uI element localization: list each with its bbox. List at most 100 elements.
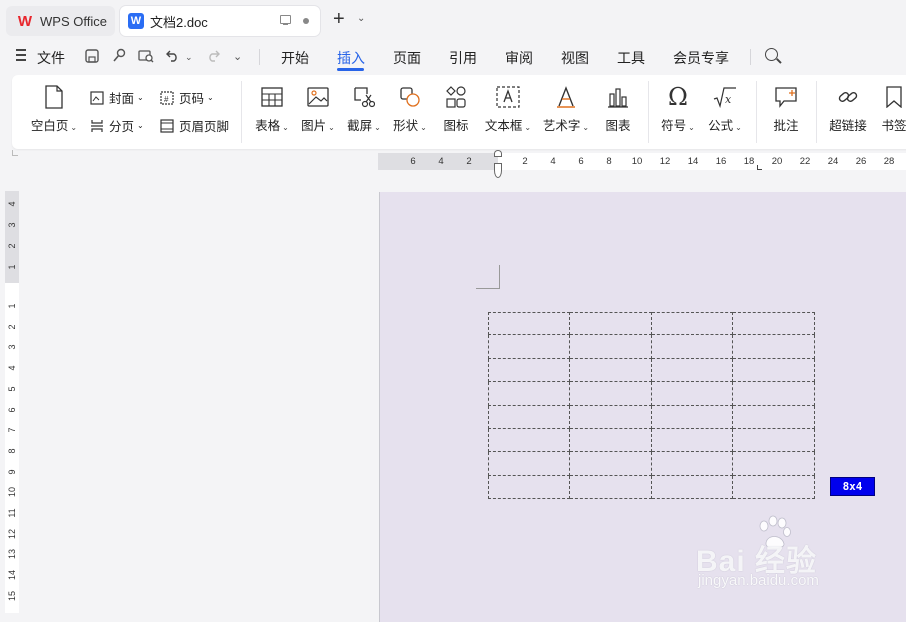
menu-review[interactable]: 审阅 xyxy=(505,48,533,68)
table-preview-cell[interactable] xyxy=(733,312,815,336)
menu-file[interactable]: 文件 xyxy=(37,48,65,68)
first-line-indent-icon[interactable] xyxy=(494,150,502,157)
print-preview-icon[interactable] xyxy=(137,48,155,68)
table-preview-cell[interactable] xyxy=(488,405,570,429)
divider xyxy=(648,81,649,143)
table-preview-cell[interactable] xyxy=(651,358,734,383)
table-preview-cell[interactable] xyxy=(569,475,652,499)
shape-button[interactable]: 形状 ⌄ xyxy=(390,85,430,134)
tab-stop-icon[interactable] xyxy=(757,165,762,170)
table-preview-cell[interactable] xyxy=(733,428,815,453)
menu-page[interactable]: 页面 xyxy=(393,48,421,68)
symbol-button[interactable]: Ω 符号 ⌄ xyxy=(657,85,699,134)
formula-button[interactable]: x 公式 ⌄ xyxy=(704,85,746,134)
ribbon-collapse-icon[interactable] xyxy=(12,150,18,156)
table-preview-cell[interactable] xyxy=(488,452,570,476)
bookmark-button[interactable]: 书签 xyxy=(876,85,906,134)
vertical-ruler[interactable]: 4 3 2 1 1 2 3 4 5 6 7 8 9 10 11 12 13 14 15 xyxy=(5,191,19,613)
table-preview-cell[interactable] xyxy=(488,382,570,406)
table-preview-cell[interactable] xyxy=(488,335,570,359)
ruler-tick-label: 2 xyxy=(7,243,17,249)
table-preview-cell[interactable] xyxy=(733,475,815,499)
table-preview-cell[interactable] xyxy=(651,475,734,499)
textbox-button[interactable]: 文本框 ⌄ xyxy=(482,85,534,134)
bar-chart-icon xyxy=(606,85,630,109)
tab-document[interactable]: W 文档2.doc xyxy=(120,6,320,36)
ruler-tick-label: 24 xyxy=(827,156,839,167)
table-preview-cell[interactable] xyxy=(569,335,652,359)
wordart-button[interactable]: 艺术字 ⌄ xyxy=(540,85,592,134)
table-preview-cell[interactable] xyxy=(651,405,734,429)
table-preview-cell[interactable] xyxy=(733,405,815,429)
table-preview-cell[interactable] xyxy=(733,382,815,406)
ruler-tick-label: 12 xyxy=(659,156,671,167)
table-button[interactable]: 表格 ⌄ xyxy=(252,85,292,134)
ruler-tick-label: 6 xyxy=(7,407,17,413)
ruler-tick-label: 16 xyxy=(715,156,727,167)
chevron-down-icon: ⌄ xyxy=(282,123,289,132)
margin-corner-mark xyxy=(476,265,500,289)
menu-hamburger-icon[interactable] xyxy=(16,49,26,61)
table-preview-cell[interactable] xyxy=(488,475,570,499)
blank-page-button[interactable]: 空白页 ⌄ xyxy=(30,85,78,134)
chevron-down-icon[interactable]: ⌄ xyxy=(357,13,365,24)
picture-button[interactable]: 图片 ⌄ xyxy=(298,85,338,134)
ruler-tick-label: 13 xyxy=(7,549,17,560)
new-tab-plus-icon[interactable]: + xyxy=(333,9,345,29)
table-preview-cell[interactable] xyxy=(569,382,652,406)
table-preview-cell[interactable] xyxy=(569,452,652,476)
undo-icon[interactable] xyxy=(166,48,180,66)
page-number-button[interactable]: # 页码 ⌄ xyxy=(159,88,214,107)
table-preview-cell[interactable] xyxy=(651,335,734,359)
section-break-label: 分页 xyxy=(109,120,135,134)
horizontal-ruler[interactable]: 6 4 2 2 4 6 8 10 12 14 16 18 20 22 24 26 28 xyxy=(378,153,906,170)
screenshot-button[interactable]: 截屏 ⌄ xyxy=(344,85,384,134)
table-preview-cell[interactable] xyxy=(488,312,570,336)
table-preview-cell[interactable] xyxy=(569,428,652,453)
table-preview-cell[interactable] xyxy=(733,358,815,383)
tab-wps-office[interactable]: W WPS Office xyxy=(6,6,115,36)
menu-tools[interactable]: 工具 xyxy=(617,48,645,68)
table-preview-cell[interactable] xyxy=(651,382,734,406)
menu-view[interactable]: 视图 xyxy=(561,48,589,68)
table-preview-cell[interactable] xyxy=(569,312,652,336)
table-preview-cell[interactable] xyxy=(488,428,570,453)
bookmark-label: 书签 xyxy=(881,119,906,133)
ruler-tick-label: 10 xyxy=(7,487,17,498)
table-preview-cell[interactable] xyxy=(569,358,652,383)
ruler-tick-label: 2 xyxy=(522,156,528,167)
format-painter-icon[interactable] xyxy=(111,48,127,68)
menu-insert[interactable]: 插入 xyxy=(337,48,365,68)
undo-dropdown-icon[interactable]: ⌄ xyxy=(185,52,193,63)
chart-button[interactable]: 图表 xyxy=(598,85,638,134)
table-preview-cell[interactable] xyxy=(488,358,570,383)
ruler-tick-label: 3 xyxy=(7,344,17,350)
menu-start[interactable]: 开始 xyxy=(281,48,309,68)
redo-icon[interactable] xyxy=(206,48,220,66)
table-preview-cell[interactable] xyxy=(569,405,652,429)
more-chevron-down-icon[interactable]: ⌄ xyxy=(233,50,242,63)
icon-button[interactable]: 图标 xyxy=(436,85,476,134)
table-preview-cell[interactable] xyxy=(651,312,734,336)
menu-reference[interactable]: 引用 xyxy=(449,48,477,68)
monitor-icon[interactable] xyxy=(280,15,291,26)
save-icon[interactable] xyxy=(84,48,100,68)
hyperlink-button[interactable]: 超链接 xyxy=(826,85,870,134)
unsaved-dot-icon[interactable] xyxy=(303,18,309,24)
comment-button[interactable]: 批注 xyxy=(766,85,806,134)
menu-member[interactable]: 会员专享 xyxy=(673,48,729,68)
comment-icon xyxy=(774,85,798,109)
textbox-icon xyxy=(496,85,520,109)
table-preview-cell[interactable] xyxy=(733,335,815,359)
header-footer-button[interactable]: 页眉页脚 xyxy=(159,116,229,135)
cover-icon xyxy=(89,90,105,106)
search-icon[interactable] xyxy=(765,48,778,61)
shape-label: 形状 xyxy=(393,119,419,133)
cover-button[interactable]: 封面 ⌄ xyxy=(89,88,144,107)
left-indent-icon[interactable] xyxy=(494,163,502,178)
section-break-button[interactable]: 分页 ⌄ xyxy=(89,116,144,135)
table-preview-cell[interactable] xyxy=(651,452,734,476)
table-preview-cell[interactable] xyxy=(651,428,734,453)
table-insert-preview-grid[interactable] xyxy=(488,312,815,499)
table-preview-cell[interactable] xyxy=(733,452,815,476)
